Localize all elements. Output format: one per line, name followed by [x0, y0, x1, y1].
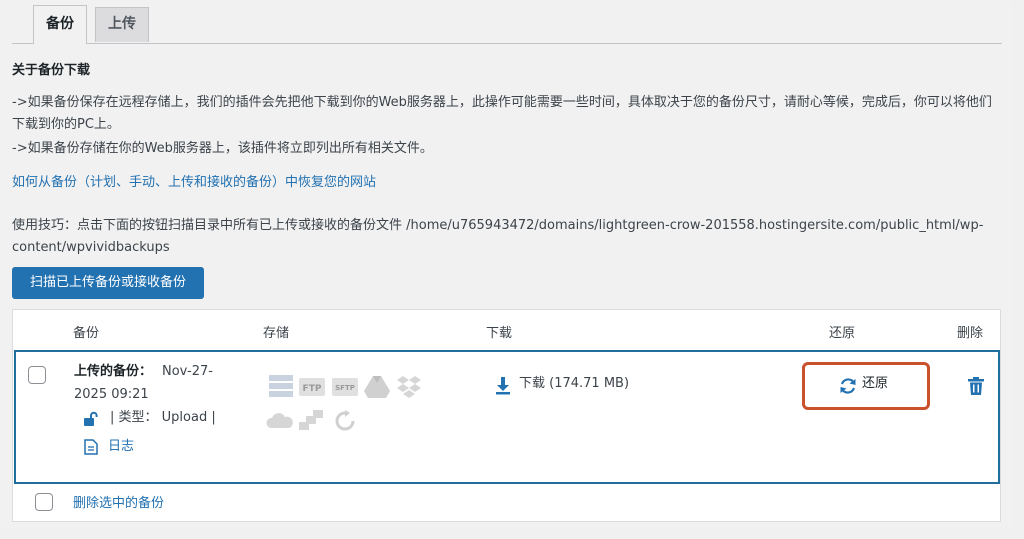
log-link[interactable]: 日志 [108, 436, 134, 458]
sftp-icon: SFTP [332, 378, 358, 400]
onedrive-icon [266, 410, 294, 434]
backup-date-part1: Nov-27- [162, 364, 213, 379]
backup-table: 备份 存储 下载 还原 删除 上传的备份： Nov-27- 2025 09:21… [12, 309, 1001, 522]
column-header-delete: 删除 [957, 326, 984, 341]
unlock-icon[interactable] [82, 411, 98, 431]
log-icon [84, 439, 98, 459]
scan-backups-button[interactable]: 扫描已上传备份或接收备份 [12, 267, 204, 299]
sync-icon [334, 410, 356, 436]
backup-type: | 类型： Upload | [110, 410, 216, 425]
tab-bar: 备份 上传 [12, 5, 1002, 44]
select-all-checkbox[interactable] [35, 493, 53, 511]
usage-tip: 使用技巧：点击下面的按钮扫描目录中所有已上传或接收的备份文件 /home/u76… [12, 218, 984, 255]
google-drive-icon [364, 376, 390, 402]
column-header-download: 下载 [486, 326, 513, 341]
info-paragraph-remote: ->如果备份保存在远程存储上，我们的插件会先把他下载到你的Web服务器上，此操作… [12, 95, 992, 132]
trash-icon[interactable] [968, 377, 984, 399]
amazon-s3-icon [299, 410, 325, 434]
tab-backup[interactable]: 备份 [33, 5, 87, 44]
backup-date-part2: 2025 09:21 [74, 387, 149, 402]
server-icon [269, 375, 293, 401]
column-header-storage: 存储 [263, 326, 290, 341]
column-header-backup: 备份 [73, 326, 100, 341]
section-title: 关于备份下载 [12, 63, 91, 78]
delete-selected-link[interactable]: 删除选中的备份 [73, 492, 164, 511]
backup-label: 上传的备份： [74, 364, 153, 379]
download-link[interactable]: 下载 (174.71 MB) [519, 373, 629, 395]
ftp-icon: FTP [299, 378, 325, 400]
refresh-icon[interactable] [839, 377, 857, 399]
tab-upload[interactable]: 上传 [95, 7, 149, 42]
column-header-restore: 还原 [829, 326, 856, 341]
table-row: 上传的备份： Nov-27- 2025 09:21 | 类型： Upload |… [14, 350, 1000, 484]
dropbox-icon [397, 376, 421, 402]
svg-text:SFTP: SFTP [335, 384, 355, 392]
row-checkbox[interactable] [28, 366, 46, 384]
download-icon[interactable] [495, 377, 511, 399]
restore-button[interactable]: 还原 [862, 373, 888, 395]
backup-page: 备份 上传 关于备份下载 ->如果备份保存在远程存储上，我们的插件会先把他下载到… [0, 0, 1014, 529]
info-paragraph-local: ->如果备份存储在你的Web服务器上，该插件将立即列出所有相关文件。 [12, 141, 433, 156]
restore-help-link[interactable]: 如何从备份（计划、手动、上传和接收的备份）中恢复您的网站 [12, 172, 376, 194]
svg-text:FTP: FTP [303, 384, 322, 394]
